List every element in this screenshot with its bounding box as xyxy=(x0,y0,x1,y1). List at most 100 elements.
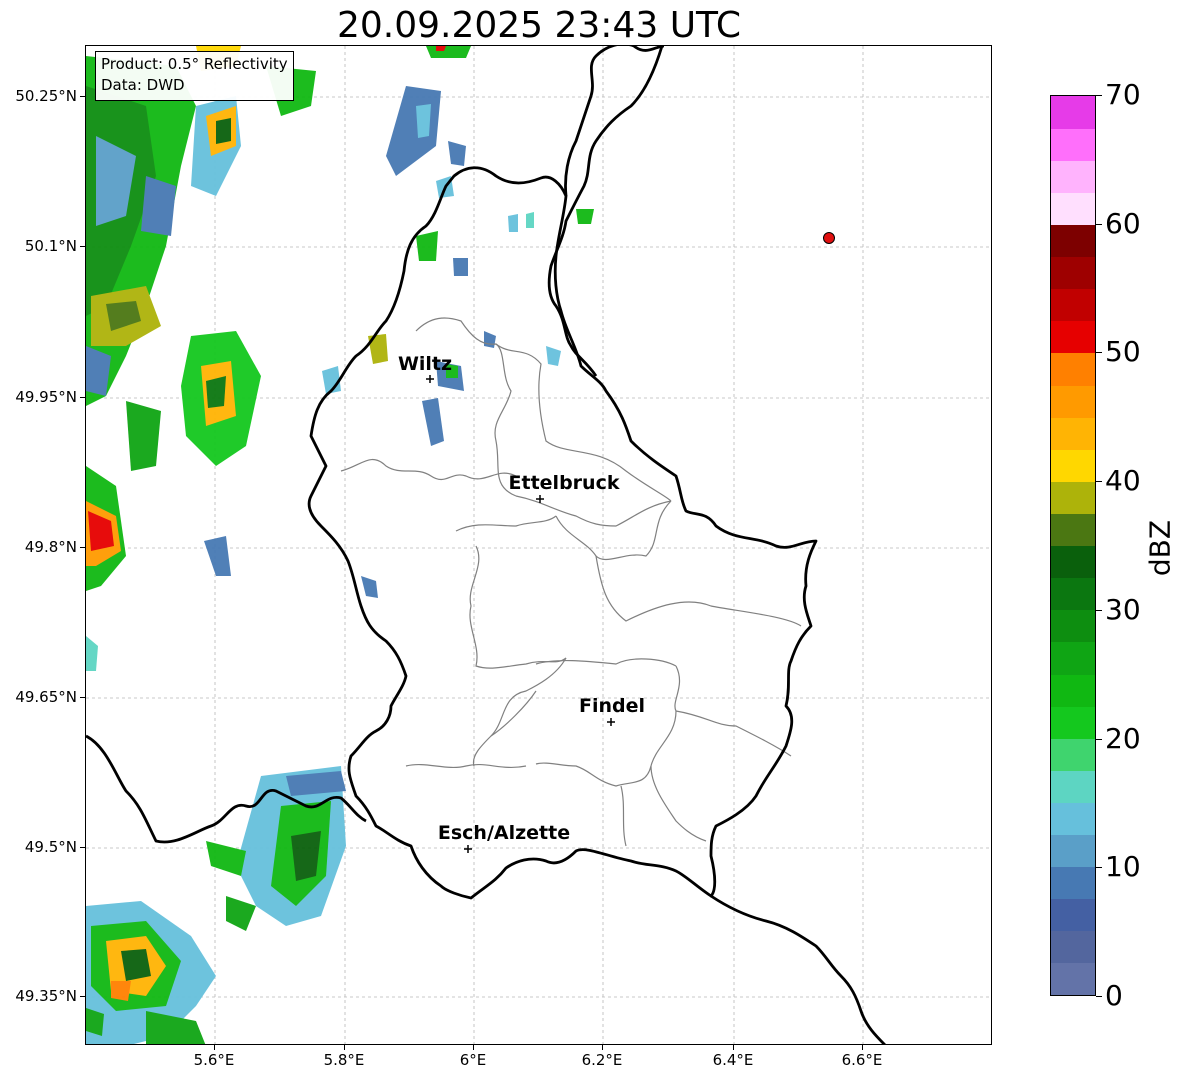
colorbar-segment xyxy=(1051,545,1095,579)
echo-cell xyxy=(426,46,471,58)
lat-tick xyxy=(80,547,85,548)
echo-cell xyxy=(416,104,431,138)
colorbar-segment xyxy=(1051,673,1095,707)
canton-line xyxy=(620,785,627,847)
city-marker-findel xyxy=(607,718,615,726)
colorbar-segment xyxy=(1051,641,1095,675)
lon-tick xyxy=(862,1045,863,1050)
colorbar-tick xyxy=(1096,224,1102,225)
canton-boundaries xyxy=(340,317,802,847)
lon-tick xyxy=(602,1045,603,1050)
moselle-border xyxy=(710,894,886,1044)
canton-line xyxy=(674,665,792,757)
colorbar-segment xyxy=(1051,866,1095,900)
canton-line xyxy=(405,763,527,769)
colorbar-segment xyxy=(1051,320,1095,354)
lon-tick xyxy=(344,1045,345,1050)
lat-label: 49.35°N xyxy=(15,987,77,1005)
colorbar-segment xyxy=(1051,513,1095,547)
city-label-wiltz: Wiltz xyxy=(397,353,453,375)
canton-line xyxy=(455,515,557,532)
lat-label: 49.5°N xyxy=(24,838,77,856)
germany-border xyxy=(564,46,665,197)
colorbar-tick-label: 40 xyxy=(1105,464,1141,497)
colorbar-segment xyxy=(1051,192,1095,226)
colorbar-tick xyxy=(1096,610,1102,611)
city-label-esch: Esch/Alzette xyxy=(437,822,571,844)
map-title: 20.09.2025 23:43 UTC xyxy=(336,5,742,46)
echo-cell xyxy=(204,536,231,576)
colorbar-tick-label: 10 xyxy=(1105,850,1141,883)
colorbar-tick-label: 20 xyxy=(1105,722,1141,755)
canton-line xyxy=(535,658,677,667)
echo-cell xyxy=(111,981,131,1001)
echo-cell xyxy=(546,346,561,366)
radar-site-marker[interactable] xyxy=(823,232,835,244)
echo-cell xyxy=(484,331,496,348)
colorbar-tick xyxy=(1096,352,1102,353)
colorbar-segment xyxy=(1051,384,1095,418)
colorbar-segment xyxy=(1051,256,1095,290)
colorbar-segment xyxy=(1051,609,1095,643)
colorbar-tick-label: 30 xyxy=(1105,593,1141,626)
colorbar-tick xyxy=(1096,95,1102,96)
echo-cell xyxy=(141,176,176,236)
colorbar-segment xyxy=(1051,96,1095,129)
colorbar-segment xyxy=(1051,898,1095,932)
colorbar xyxy=(1050,95,1096,996)
echo-cell xyxy=(121,949,151,981)
city-markers xyxy=(426,375,615,853)
lon-tick xyxy=(473,1045,474,1050)
lat-label: 49.95°N xyxy=(15,388,77,406)
canton-line xyxy=(469,545,567,669)
colorbar-segment xyxy=(1051,706,1095,739)
lat-label: 50.1°N xyxy=(24,237,77,255)
colorbar-tick xyxy=(1096,996,1102,997)
city-marker-esch xyxy=(464,845,472,853)
echo-cell xyxy=(86,636,98,671)
echo-cell xyxy=(368,334,388,364)
lat-label: 50.25°N xyxy=(15,87,77,105)
echo-cell xyxy=(216,118,231,144)
lon-label: 5.6°E xyxy=(193,1051,235,1069)
colorbar-tick xyxy=(1096,867,1102,868)
colorbar-segment xyxy=(1051,449,1095,482)
echo-cell xyxy=(126,401,161,471)
canton-line xyxy=(650,765,707,842)
colorbar-segment xyxy=(1051,962,1095,995)
canton-line xyxy=(535,710,677,787)
lat-label: 49.8°N xyxy=(24,538,77,556)
echo-cell xyxy=(226,896,256,931)
colorbar-tick-label: 70 xyxy=(1105,78,1141,111)
echo-cell xyxy=(453,258,468,276)
colorbar-segment xyxy=(1051,417,1095,450)
colorbar-tick-label: 50 xyxy=(1105,335,1141,368)
lon-label: 6.2°E xyxy=(581,1051,623,1069)
echo-cell xyxy=(206,841,246,876)
echo-cell xyxy=(361,576,378,598)
echo-cell xyxy=(576,209,594,224)
colorbar-segment xyxy=(1051,352,1095,386)
colorbar-segment xyxy=(1051,770,1095,803)
city-label-ettelbruck: Ettelbruck xyxy=(508,472,620,494)
map-canvas xyxy=(86,46,991,1044)
city-label-findel: Findel xyxy=(578,695,646,717)
product-info-box: Product: 0.5° Reflectivity Data: DWD xyxy=(95,51,294,101)
colorbar-segment xyxy=(1051,128,1095,161)
lon-tick xyxy=(733,1045,734,1050)
lat-tick xyxy=(80,996,85,997)
lon-label: 5.8°E xyxy=(323,1051,365,1069)
echo-cell xyxy=(206,376,226,408)
lat-tick xyxy=(80,246,85,247)
colorbar-segment xyxy=(1051,160,1095,193)
product-label: Product: 0.5° Reflectivity xyxy=(101,55,288,73)
lat-tick xyxy=(80,697,85,698)
radar-map[interactable]: Wiltz Ettelbruck Findel Esch/Alzette xyxy=(85,45,992,1045)
colorbar-segment xyxy=(1051,930,1095,964)
echo-cell xyxy=(386,86,441,176)
city-marker-wiltz xyxy=(426,375,434,383)
echo-cell xyxy=(448,141,466,166)
colorbar-segment xyxy=(1051,802,1095,836)
luxembourg-border xyxy=(307,166,818,900)
lon-label: 6.4°E xyxy=(712,1051,754,1069)
